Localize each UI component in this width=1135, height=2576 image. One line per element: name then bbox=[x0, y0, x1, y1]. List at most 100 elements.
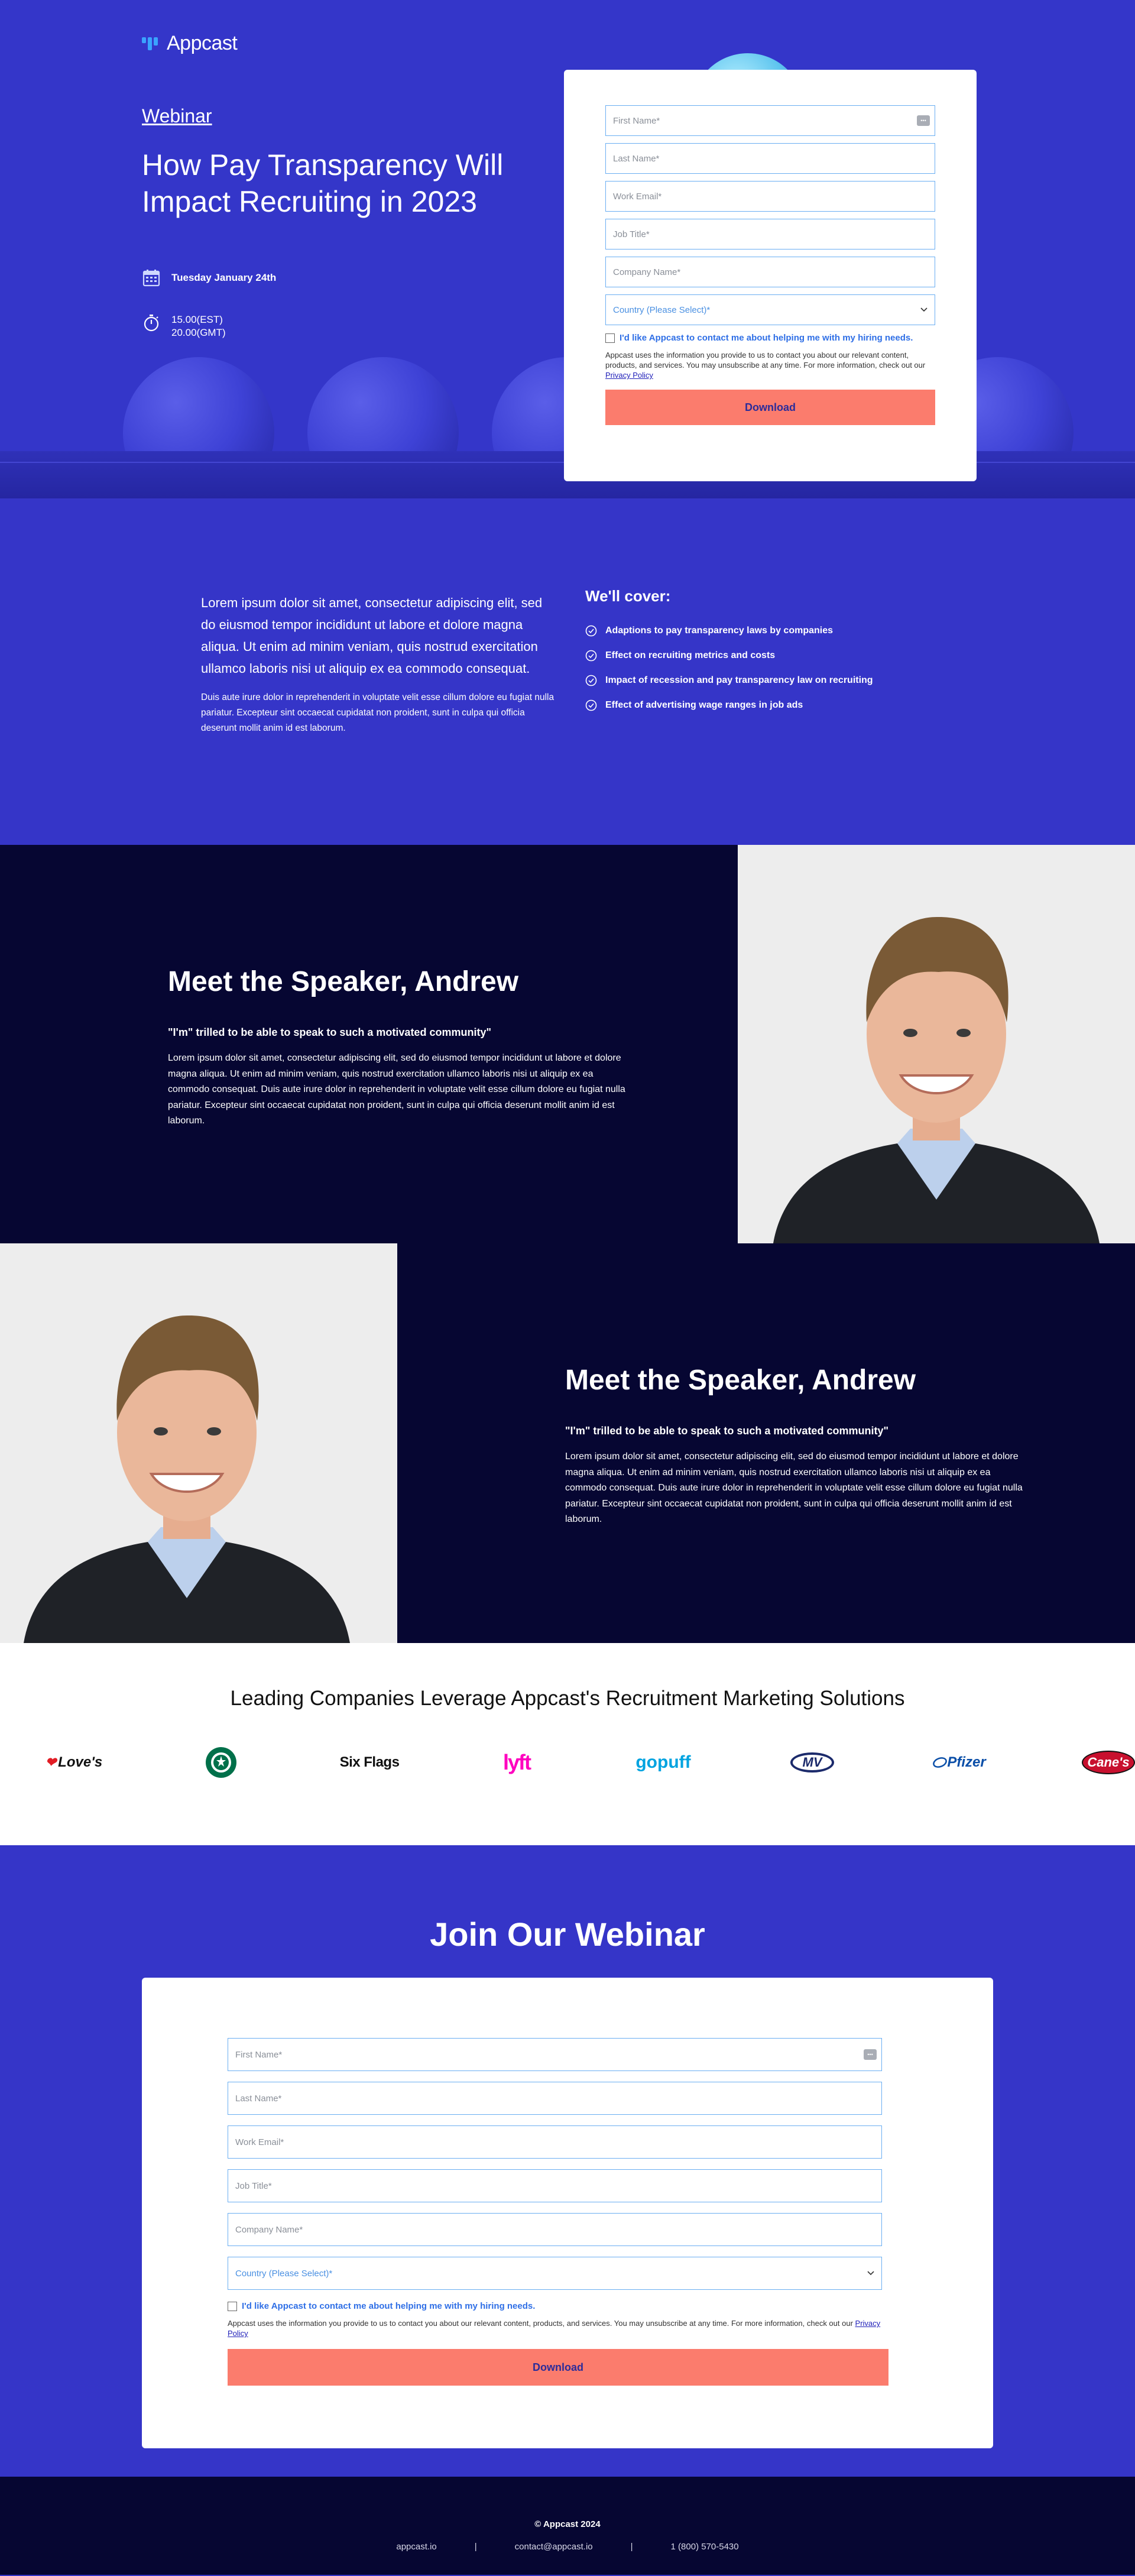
chevron-down-icon bbox=[920, 307, 928, 312]
footer-site-link[interactable]: appcast.io bbox=[396, 2542, 436, 2552]
topic-item: Effect on recruiting metrics and costs bbox=[585, 643, 940, 668]
join-section: Join Our Webinar First Name* ••• Last Na… bbox=[0, 1845, 1135, 2477]
pfizer-logo-text: Pfizer bbox=[947, 1754, 986, 1770]
speaker-photo bbox=[738, 845, 1135, 1243]
company-name-field[interactable]: Company Name* bbox=[605, 257, 935, 287]
work-email-placeholder: Work Email* bbox=[613, 191, 662, 202]
autofill-icon[interactable]: ••• bbox=[864, 2049, 877, 2060]
join-heading: Join Our Webinar bbox=[430, 1916, 705, 1953]
country-select[interactable]: Country (Please Select)* bbox=[605, 294, 935, 325]
company-name-placeholder: Company Name* bbox=[613, 267, 681, 277]
topic-label: Impact of recession and pay transparency… bbox=[605, 675, 873, 685]
six-flags-logo-text: Six Flags bbox=[339, 1754, 400, 1770]
consent-text: Appcast uses the information you provide… bbox=[605, 350, 935, 380]
last-name-field[interactable]: Last Name* bbox=[228, 2082, 882, 2115]
time-gmt: 20.00(GMT) bbox=[171, 327, 226, 338]
canes-logo-text: Cane's bbox=[1082, 1751, 1135, 1774]
work-email-field[interactable]: Work Email* bbox=[228, 2125, 882, 2159]
work-email-placeholder: Work Email* bbox=[235, 2137, 284, 2147]
country-select[interactable]: Country (Please Select)* bbox=[228, 2257, 882, 2290]
country-select-value: Country (Please Select)* bbox=[235, 2268, 333, 2279]
registration-form: First Name* ••• Last Name* Work Email* J… bbox=[564, 70, 977, 481]
first-name-placeholder: First Name* bbox=[613, 115, 660, 126]
country-select-value: Country (Please Select)* bbox=[613, 304, 711, 315]
job-title-placeholder: Job Title* bbox=[235, 2180, 272, 2191]
time-est: 15.00(EST) bbox=[171, 314, 223, 325]
job-title-field[interactable]: Job Title* bbox=[605, 219, 935, 250]
footer-links: appcast.io | contact@appcast.io | 1 (800) 57… bbox=[0, 2542, 1135, 2552]
pfizer-logo: Pfizer bbox=[933, 1733, 986, 1792]
loves-logo: ❤ Love's bbox=[45, 1754, 103, 1770]
overview-text: Lorem ipsum dolor sit amet, consectetur … bbox=[201, 592, 556, 736]
speaker-portrait bbox=[738, 845, 1135, 1243]
event-date-text: Tuesday January 24th bbox=[171, 272, 277, 283]
topic-item: Effect of advertising wage ranges in job… bbox=[585, 693, 940, 718]
speaker-info: Meet the Speaker, Andrew "I'm" trilled t… bbox=[565, 1364, 1032, 1528]
topics-list: We'll cover: Adaptions to pay transparen… bbox=[585, 587, 940, 718]
company-name-field[interactable]: Company Name* bbox=[228, 2213, 882, 2246]
footer-email-link[interactable]: contact@appcast.io bbox=[515, 2542, 593, 2552]
pfizer-icon bbox=[933, 1757, 948, 1768]
calendar-icon bbox=[142, 270, 160, 287]
job-title-placeholder: Job Title* bbox=[613, 229, 650, 239]
download-button[interactable]: Download bbox=[605, 390, 935, 425]
check-circle-icon bbox=[585, 699, 597, 711]
mv-logo-text: MV bbox=[790, 1752, 834, 1773]
footer-separator: | bbox=[630, 2542, 633, 2552]
opt-in-label[interactable]: I'd like Appcast to contact me about hel… bbox=[242, 2300, 535, 2312]
download-button[interactable]: Download bbox=[228, 2349, 888, 2386]
consent-text: Appcast uses the information you provide… bbox=[228, 2318, 882, 2338]
topic-item: Adaptions to pay transparency laws by co… bbox=[585, 618, 940, 643]
lyft-logo-text: lyft bbox=[503, 1750, 531, 1774]
footer-separator: | bbox=[474, 2542, 477, 2552]
lyft-logo: lyft bbox=[499, 1733, 534, 1792]
company-name-placeholder: Company Name* bbox=[235, 2224, 303, 2235]
logo-carousel: ❤ Love's Six Flags lyft gopuff MV Pfizer … bbox=[0, 1733, 1135, 1792]
registration-form-bottom: First Name* ••• Last Name* Work Email* J… bbox=[142, 1978, 993, 2448]
gopuff-logo: gopuff bbox=[634, 1733, 693, 1792]
hero-section: Appcast Webinar How Pay Transparency Wil… bbox=[0, 0, 1135, 498]
brand-name: Appcast bbox=[167, 32, 238, 54]
mv-logo: MV bbox=[789, 1733, 836, 1792]
speaker-heading: Meet the Speaker, Andrew bbox=[168, 966, 519, 997]
overview-lead: Lorem ipsum dolor sit amet, consectetur … bbox=[201, 595, 543, 676]
speaker-portrait bbox=[0, 1243, 397, 1643]
speaker-quote: "I'm" trilled to be able to speak to suc… bbox=[168, 1026, 491, 1038]
canes-logo: Cane's bbox=[1082, 1733, 1135, 1792]
speaker-info: Meet the Speaker, Andrew "I'm" trilled t… bbox=[168, 965, 635, 1129]
opt-in-label[interactable]: I'd like Appcast to contact me about hel… bbox=[620, 332, 913, 344]
footer-phone-link[interactable]: 1 (800) 570-5430 bbox=[671, 2542, 739, 2552]
check-circle-icon bbox=[585, 650, 597, 662]
work-email-field[interactable]: Work Email* bbox=[605, 181, 935, 212]
copyright: © Appcast 2024 bbox=[534, 2519, 601, 2529]
page-title: How Pay Transparency Will Impact Recruit… bbox=[142, 148, 504, 218]
privacy-policy-link[interactable]: Privacy Policy bbox=[605, 371, 653, 380]
overview-detail: Duis aute irure dolor in reprehenderit i… bbox=[201, 692, 554, 733]
first-name-field[interactable]: First Name* ••• bbox=[228, 2038, 882, 2071]
first-name-field[interactable]: First Name* ••• bbox=[605, 105, 935, 136]
check-circle-icon bbox=[585, 625, 597, 637]
logos-heading: Leading Companies Leverage Appcast's Rec… bbox=[230, 1687, 905, 1710]
topics-heading: We'll cover: bbox=[585, 587, 671, 605]
starbucks-logo bbox=[203, 1733, 239, 1792]
speaker-heading: Meet the Speaker, Andrew bbox=[565, 1365, 916, 1396]
last-name-field[interactable]: Last Name* bbox=[605, 143, 935, 174]
topic-label: Effect of advertising wage ranges in job… bbox=[605, 700, 803, 710]
speaker-section: Meet the Speaker, Andrew "I'm" trilled t… bbox=[0, 1243, 1135, 1643]
page-footer: © Appcast 2024 appcast.io | contact@appcas… bbox=[0, 2477, 1135, 2575]
opt-in-checkbox[interactable] bbox=[228, 2302, 237, 2311]
opt-in-checkbox[interactable] bbox=[605, 333, 615, 343]
speaker-bio: Lorem ipsum dolor sit amet, consectetur … bbox=[565, 1451, 1023, 1524]
consent-copy: Appcast uses the information you provide… bbox=[605, 351, 926, 370]
opt-in-row: I'd like Appcast to contact me about hel… bbox=[605, 332, 935, 344]
speaker-section: Meet the Speaker, Andrew "I'm" trilled t… bbox=[0, 845, 1135, 1243]
job-title-field[interactable]: Job Title* bbox=[228, 2169, 882, 2202]
event-date: Tuesday January 24th bbox=[142, 268, 276, 287]
chevron-down-icon bbox=[867, 2271, 874, 2276]
last-name-placeholder: Last Name* bbox=[235, 2093, 282, 2104]
six-flags-logo: Six Flags bbox=[331, 1733, 408, 1792]
client-logos-section: Leading Companies Leverage Appcast's Rec… bbox=[0, 1643, 1135, 1845]
topic-label: Effect on recruiting metrics and costs bbox=[605, 650, 776, 660]
autofill-icon[interactable]: ••• bbox=[917, 115, 930, 126]
brand-logo[interactable]: Appcast bbox=[142, 32, 238, 55]
